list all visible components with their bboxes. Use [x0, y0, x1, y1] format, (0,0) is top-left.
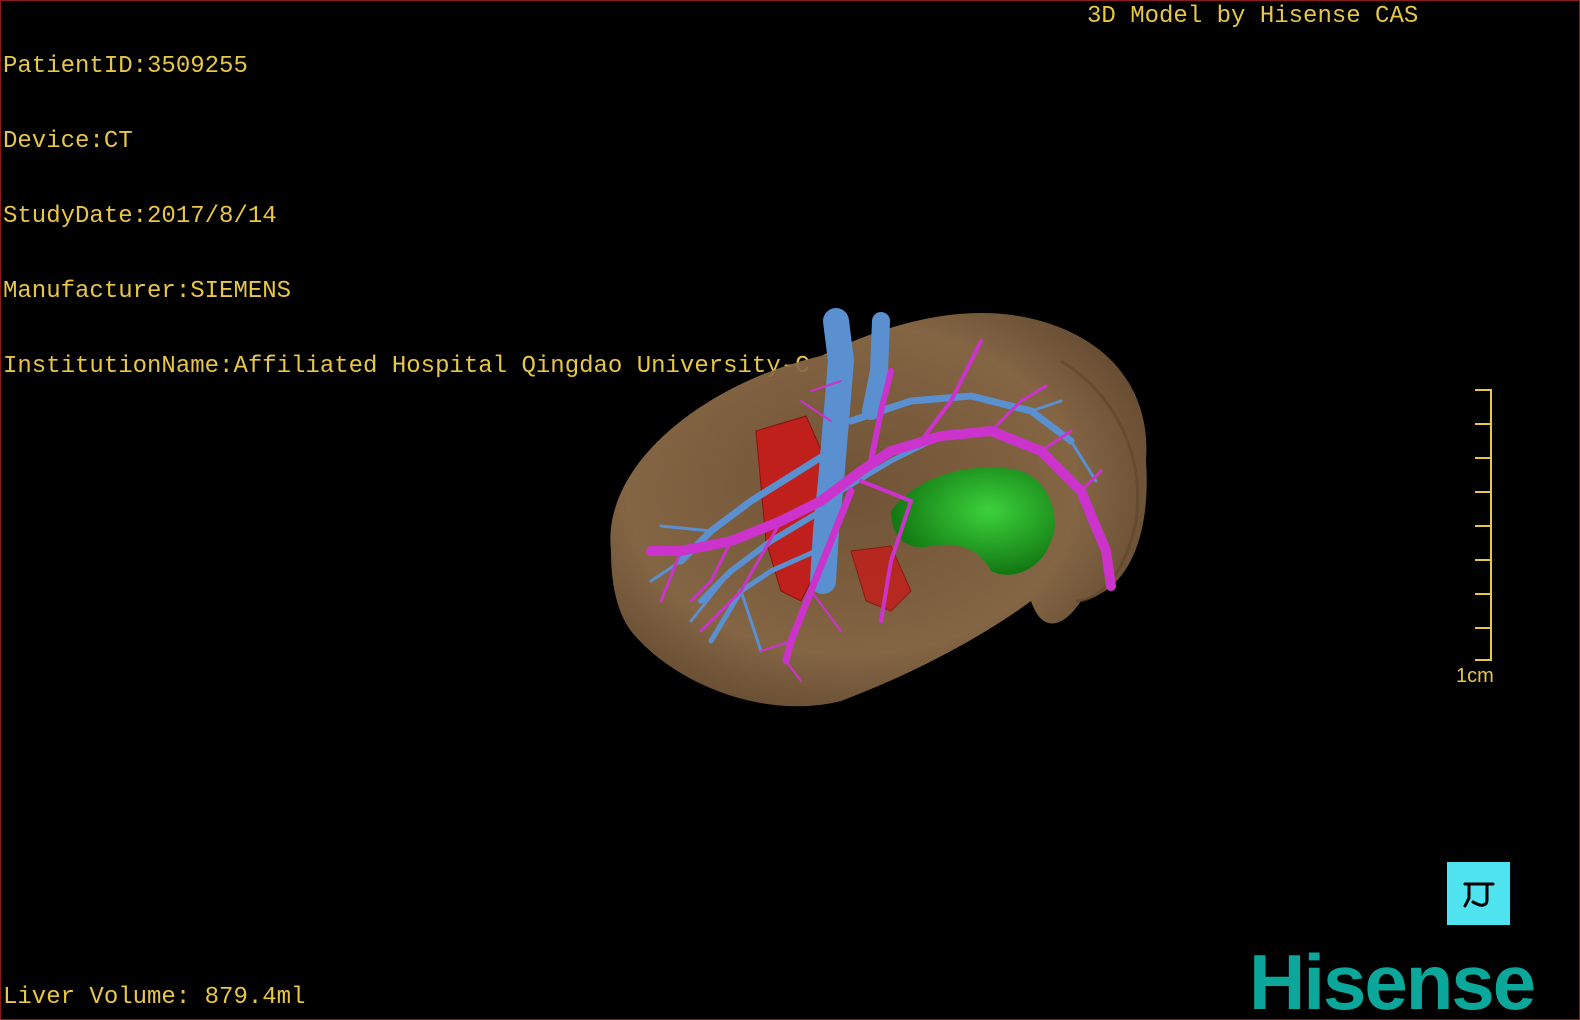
liver-volume: Liver Volume: 879.4ml — [3, 984, 306, 1011]
scale-ruler — [1475, 389, 1492, 661]
model-credit: 3D Model by Hisense CAS — [1087, 3, 1419, 30]
study-date: StudyDate:2017/8/14 — [3, 203, 277, 230]
3d-viewport[interactable]: PatientID:3509255 Device:CT StudyDate:20… — [0, 0, 1580, 1020]
hisense-logo: Hisense — [1249, 938, 1536, 1020]
patient-id: PatientID:3509255 — [3, 53, 248, 80]
head-orientation-icon — [1463, 882, 1494, 907]
liver-3d-model[interactable] — [591, 301, 1171, 721]
device: Device:CT — [3, 128, 133, 155]
orientation-button[interactable] — [1447, 862, 1510, 925]
scale-label: 1cm — [1456, 665, 1494, 687]
